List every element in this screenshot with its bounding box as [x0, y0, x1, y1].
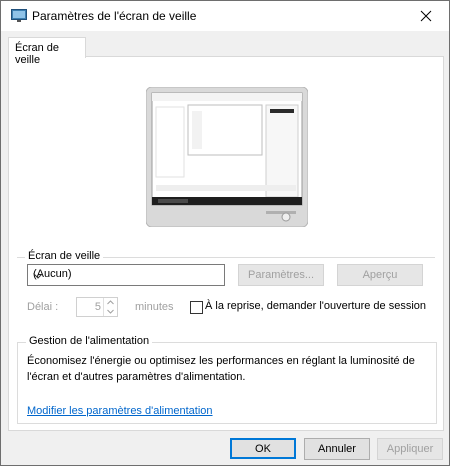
power-settings-link[interactable]: Modifier les paramètres d'alimentation — [27, 405, 213, 417]
preview-button[interactable]: Aperçu — [337, 264, 423, 286]
window-title: Paramètres de l'écran de veille — [32, 9, 197, 23]
tab-panel: Écran de veille (Aucun) Paramètres... Ap… — [8, 56, 444, 431]
delay-label: Délai : — [27, 301, 59, 313]
power-group-label: Gestion de l'alimentation — [26, 335, 153, 347]
screensaver-group-label: Écran de veille — [25, 250, 104, 262]
close-button[interactable] — [403, 1, 449, 31]
display-settings-icon — [11, 9, 27, 23]
chevron-down-icon — [33, 270, 218, 282]
delay-unit: minutes — [135, 301, 174, 313]
resume-logon-checkbox[interactable] — [190, 301, 203, 314]
screensaver-select[interactable]: (Aucun) — [27, 264, 225, 286]
cancel-button[interactable]: Annuler — [304, 438, 370, 460]
settings-button[interactable]: Paramètres... — [238, 264, 324, 286]
apply-button[interactable]: Appliquer — [377, 438, 443, 460]
stepper-arrows[interactable] — [103, 298, 117, 316]
tab-screensaver[interactable]: Écran de veille — [8, 37, 86, 66]
power-description: Économisez l'énergie ou optimisez les pe… — [27, 355, 415, 383]
resume-logon-label: À la reprise, demander l'ouverture de se… — [205, 300, 426, 312]
delay-value: 5 — [94, 301, 101, 313]
tab-label: Écran de veille — [15, 42, 60, 66]
title-bar: Paramètres de l'écran de veille — [1, 1, 449, 31]
ok-button[interactable]: OK — [230, 438, 296, 459]
delay-stepper[interactable]: 5 — [76, 297, 118, 317]
screensaver-settings-dialog: Paramètres de l'écran de veille Écran de… — [0, 0, 450, 466]
close-icon — [420, 10, 432, 22]
monitor-preview — [145, 86, 309, 228]
